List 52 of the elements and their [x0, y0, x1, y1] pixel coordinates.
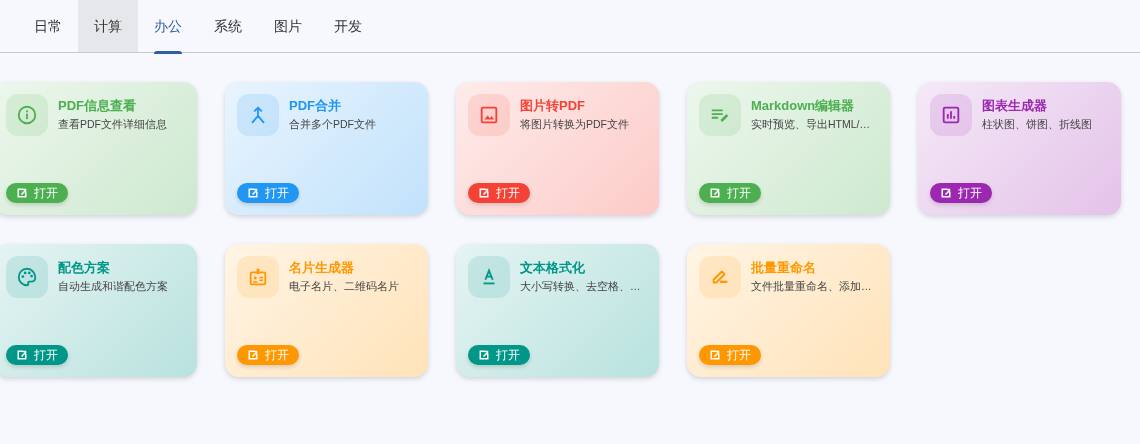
card-title: 图片转PDF [520, 97, 586, 115]
card-description: 查看PDF文件详细信息 [58, 117, 167, 132]
tool-card[interactable]: 图片转PDF 将图片转换为PDF文件 打开 [456, 82, 659, 215]
card-description: 实时预览、导出HTML/… [751, 117, 870, 132]
tab[interactable]: 系统 [198, 0, 258, 52]
card-description: 电子名片、二维码名片 [289, 279, 399, 294]
card-title: PDF信息查看 [58, 97, 137, 115]
card-title: PDF合并 [289, 97, 342, 115]
id-badge-icon [247, 266, 269, 288]
card-title: 图表生成器 [982, 97, 1048, 115]
open-external-icon [940, 187, 952, 199]
open-external-icon [16, 187, 28, 199]
open-external-icon [478, 187, 490, 199]
tool-card[interactable]: 文本格式化 大小写转换、去空格、… 打开 [456, 244, 659, 377]
bar-chart-icon [940, 104, 962, 126]
tool-card[interactable]: 名片生成器 电子名片、二维码名片 打开 [225, 244, 428, 377]
open-button[interactable]: 打开 [930, 183, 992, 203]
open-external-icon [709, 187, 721, 199]
card-title: 名片生成器 [289, 259, 355, 277]
tab[interactable]: 图片 [258, 0, 318, 52]
open-button[interactable]: 打开 [468, 183, 530, 203]
open-button[interactable]: 打开 [468, 345, 530, 365]
info-icon [16, 104, 38, 126]
tool-card[interactable]: PDF信息查看 查看PDF文件详细信息 打开 [0, 82, 197, 215]
tab-underline [154, 51, 182, 54]
tool-card[interactable]: 配色方案 自动生成和谐配色方案 打开 [0, 244, 197, 377]
open-external-icon [709, 349, 721, 361]
tab[interactable]: 开发 [318, 0, 378, 52]
tool-card[interactable]: 批量重命名 文件批量重命名、添加… 打开 [687, 244, 890, 377]
card-description: 将图片转换为PDF文件 [520, 117, 629, 132]
card-description: 大小写转换、去空格、… [520, 279, 641, 294]
open-external-icon [478, 349, 490, 361]
open-external-icon [247, 187, 259, 199]
card-title: 配色方案 [58, 259, 111, 277]
tool-card[interactable]: 图表生成器 柱状图、饼图、折线图 打开 [918, 82, 1121, 215]
open-external-icon [247, 349, 259, 361]
card-description: 柱状图、饼图、折线图 [982, 117, 1092, 132]
card-title: Markdown编辑器 [751, 97, 856, 115]
tab[interactable]: 计算 [78, 0, 138, 52]
open-external-icon [16, 349, 28, 361]
card-description: 文件批量重命名、添加… [751, 279, 872, 294]
card-title: 文本格式化 [520, 259, 586, 277]
palette-icon [16, 266, 38, 288]
tool-card[interactable]: Markdown编辑器 实时预览、导出HTML/… 打开 [687, 82, 890, 215]
open-button[interactable]: 打开 [6, 345, 68, 365]
card-title: 批量重命名 [751, 259, 817, 277]
image-icon [478, 104, 500, 126]
tab[interactable]: 办公 [138, 0, 198, 52]
tab[interactable]: 日常 [18, 0, 78, 52]
card-description: 合并多个PDF文件 [289, 117, 376, 132]
card-description: 自动生成和谐配色方案 [58, 279, 168, 294]
tool-card[interactable]: PDF合并 合并多个PDF文件 打开 [225, 82, 428, 215]
